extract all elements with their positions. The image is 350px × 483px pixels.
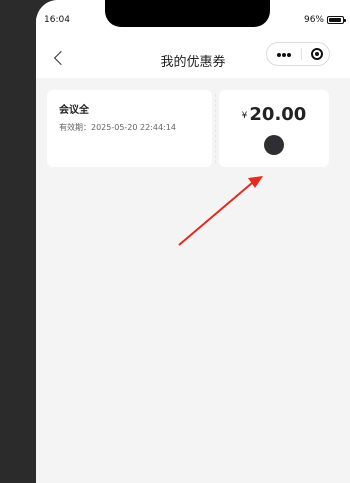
coupon-title: 会议全 <box>59 105 89 116</box>
coupon-price: ¥20.00 <box>219 104 329 125</box>
currency-symbol: ¥ <box>241 111 248 121</box>
camera-notch <box>105 0 270 27</box>
more-dots-icon[interactable] <box>277 53 281 57</box>
mini-program-capsule <box>266 42 330 66</box>
coupon-dot[interactable] <box>264 135 284 155</box>
status-bar: 16:04 96% <box>36 0 350 40</box>
coupon-separator <box>215 94 216 163</box>
coupon-amount: 20.00 <box>249 104 307 125</box>
phone-screen: 16:04 96% 我的优惠券 会议全 有效期：2025-05-20 22:44… <box>36 0 350 483</box>
close-target-icon[interactable] <box>311 48 323 60</box>
status-time: 16:04 <box>44 15 70 25</box>
battery-icon <box>327 16 346 24</box>
coupon-info-card[interactable]: 会议全 有效期：2025-05-20 22:44:14 <box>47 90 212 167</box>
capsule-divider <box>301 48 302 60</box>
coupon-validity: 有效期：2025-05-20 22:44:14 <box>59 123 176 132</box>
battery-percentage: 96% <box>303 15 324 25</box>
coupon-amount-card[interactable]: ¥20.00 <box>219 90 329 167</box>
